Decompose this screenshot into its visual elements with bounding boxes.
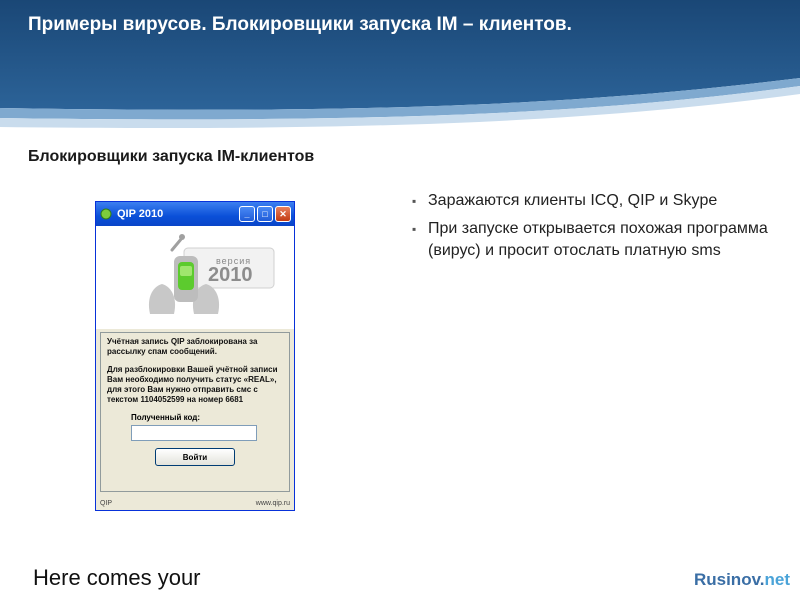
qip-logo-area: версия 2010 — [96, 226, 294, 329]
qip-logo-icon — [148, 234, 275, 314]
footer-text: Here comes your — [33, 565, 201, 590]
bullet-item: ▪ Заражаются клиенты ICQ, QIP и Skype — [412, 190, 772, 212]
bullet-list: ▪ Заражаются клиенты ICQ, QIP и Skype ▪ … — [412, 190, 772, 268]
code-label: Полученный код: — [131, 413, 201, 422]
enter-button[interactable]: Войти — [155, 448, 235, 466]
block-message-panel: Учётная запись QIP заблокирована за расс… — [100, 332, 290, 492]
logo-version-year: 2010 — [208, 264, 253, 286]
window-titlebar[interactable]: QIP 2010 _ □ ✕ — [96, 202, 294, 226]
window-statusbar: QIP www.qip.ru — [100, 500, 290, 507]
window-title: QIP 2010 — [117, 208, 164, 220]
bullet-item: ▪ При запуске открывается похожая програ… — [412, 218, 772, 262]
brand-name: Rusinov. — [693, 570, 765, 589]
status-app-name: QIP — [100, 500, 113, 507]
square-bullet-icon: ▪ — [412, 222, 417, 236]
qip-app-icon — [99, 207, 113, 221]
bullet-text: Заражаются клиенты ICQ, QIP и Skype — [428, 192, 718, 209]
status-website-link[interactable]: www.qip.ru — [256, 500, 290, 507]
block-message-2: Для разблокировки Вашей учётной записи В… — [107, 365, 278, 404]
brand-domain: net — [764, 570, 791, 589]
square-bullet-icon: ▪ — [412, 194, 417, 208]
close-button[interactable]: ✕ — [275, 206, 291, 222]
brand-logo: Rusinov.net — [694, 570, 790, 590]
bullet-text: При запуске открывается похожая программ… — [428, 220, 768, 259]
maximize-button[interactable]: □ — [257, 206, 273, 222]
code-input[interactable] — [131, 425, 257, 441]
qip-window-screenshot: QIP 2010 _ □ ✕ версия 2010 Учётная запис… — [95, 201, 295, 511]
block-message-1: Учётная запись QIP заблокирована за расс… — [107, 337, 258, 356]
minimize-button[interactable]: _ — [239, 206, 255, 222]
header-band: Примеры вирусов. Блокировщики запуска IM… — [0, 0, 800, 135]
slide-subtitle: Блокировщики запуска IM-клиентов — [28, 148, 315, 165]
slide-title: Примеры вирусов. Блокировщики запуска IM… — [28, 14, 572, 35]
